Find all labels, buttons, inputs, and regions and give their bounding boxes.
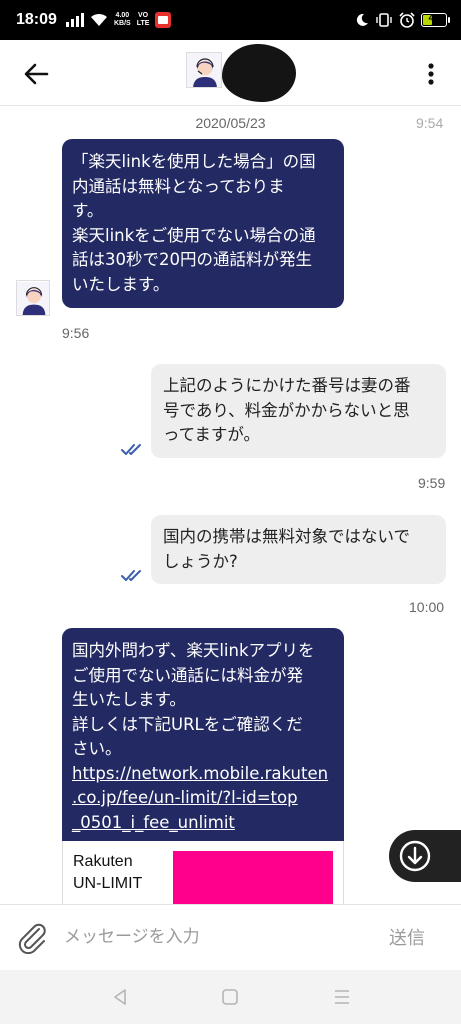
message-time: 10:00 <box>409 599 445 615</box>
url-link[interactable]: https://network.mobile.rakuten .co.jp/fe… <box>72 762 334 836</box>
nav-back-button[interactable] <box>106 984 134 1010</box>
link-preview-card[interactable]: Rakuten UN-LIMIT <box>62 841 344 904</box>
message-time: 9:56 <box>62 325 90 341</box>
redacted-contact-name <box>222 44 296 102</box>
signal-icon <box>66 13 84 27</box>
moon-icon <box>356 13 368 26</box>
contact-avatar[interactable] <box>186 52 222 88</box>
arrow-left-icon <box>24 63 49 85</box>
link-preview-image <box>173 851 333 904</box>
scroll-down-button[interactable] <box>389 830 461 882</box>
send-button[interactable]: 送信 <box>372 919 442 955</box>
notification-app-icon <box>155 12 172 28</box>
incoming-message: 国内外問わず、楽天linkアプリを ご使用でない通話には料金が発 生いたします。… <box>62 628 344 843</box>
status-left-icons: 4.00 KB/S VO LTE <box>66 10 172 30</box>
message-composer: 送信 <box>0 904 461 970</box>
nav-home-icon <box>222 989 238 1005</box>
arrow-down-circle-icon <box>399 840 431 872</box>
status-right-icons: 41 <box>355 10 450 30</box>
status-bar: 18:09 4.00 KB/S VO LTE 41 <box>0 0 461 40</box>
nav-home-button[interactable] <box>216 984 244 1010</box>
date-separator: 2020/05/23 <box>195 115 266 131</box>
operator-avatar <box>16 280 50 316</box>
paperclip-icon <box>18 923 46 954</box>
network-speed: 4.00 KB/S <box>114 12 131 27</box>
incoming-message: 「楽天linkを使用した場合」の国 内通話は無料となっておりま す。 楽天lin… <box>62 139 344 308</box>
chat-header <box>0 40 461 106</box>
more-vertical-icon <box>428 63 434 85</box>
system-nav-bar <box>0 970 461 1024</box>
message-time: 9:59 <box>418 475 446 491</box>
message-input[interactable] <box>64 919 354 955</box>
network-type: VO LTE <box>136 12 150 27</box>
chat-log[interactable]: 2020/05/23 9:54 「楽天linkを使用した場合」の国 内通話は無料… <box>0 107 461 904</box>
nav-recents-icon <box>335 990 349 1004</box>
back-button[interactable] <box>20 58 52 90</box>
outgoing-message: 国内の携帯は無料対象ではないで しょうか? <box>151 515 446 584</box>
nav-back-icon <box>114 989 126 1005</box>
battery-level: 41 <box>428 13 440 24</box>
attach-button[interactable] <box>14 919 50 955</box>
operator-avatar-icon <box>17 282 49 315</box>
alarm-icon <box>399 12 415 28</box>
battery-icon: 41 <box>421 13 450 27</box>
vibrate-icon <box>376 13 392 27</box>
wifi-icon <box>91 13 107 26</box>
link-preview-title: Rakuten UN-LIMIT <box>73 853 143 892</box>
read-check-icon <box>121 444 141 455</box>
operator-avatar-icon <box>187 53 221 87</box>
nav-recents-button[interactable] <box>328 984 356 1010</box>
outgoing-message: 上記のようにかけた番号は妻の番 号であり、料金がかからないと思 ってますが。 <box>151 364 446 458</box>
status-time: 18:09 <box>16 11 57 28</box>
message-time: 9:54 <box>416 115 444 131</box>
read-check-icon <box>121 570 141 581</box>
more-options-button[interactable] <box>415 58 447 90</box>
